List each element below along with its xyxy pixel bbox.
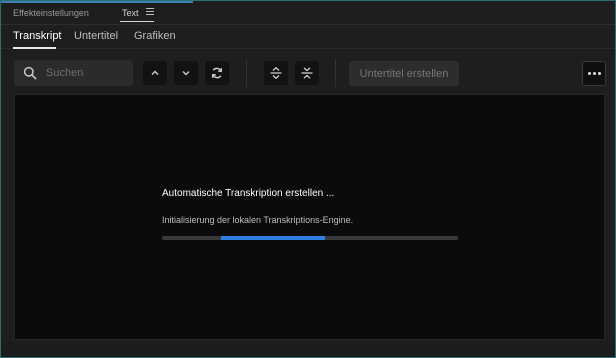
tab-text-underline	[120, 21, 154, 22]
status-message: Initialisierung der lokalen Transkriptio…	[162, 215, 354, 225]
next-result-button[interactable]	[174, 61, 198, 85]
transcript-panel: Effekteinstellungen Text Transkript Unte…	[0, 0, 616, 358]
more-options-button[interactable]	[582, 61, 606, 86]
search-box[interactable]	[14, 60, 133, 86]
expand-all-button[interactable]	[264, 61, 288, 85]
tab-effekteinstellungen[interactable]: Effekteinstellungen	[13, 8, 89, 18]
status-title: Automatische Transkription erstellen ...	[162, 188, 335, 199]
expand-vertical-icon	[270, 66, 282, 80]
sub-tab-bar: Transkript Untertitel Grafiken	[1, 25, 615, 49]
panel-footer	[2, 341, 614, 357]
more-icon	[587, 72, 601, 75]
collapse-all-button[interactable]	[295, 61, 319, 85]
refresh-button[interactable]	[205, 61, 229, 85]
toolbar-separator	[246, 59, 247, 87]
progress-bar	[162, 236, 458, 240]
tab-transkript-underline	[13, 47, 56, 49]
transcript-content-area: Automatische Transkription erstellen ...…	[14, 94, 605, 340]
collapse-vertical-icon	[301, 67, 313, 79]
progress-bar-fill	[221, 236, 325, 240]
tab-transkript[interactable]: Transkript	[13, 30, 62, 42]
panel-tab-bar: Effekteinstellungen Text	[1, 1, 615, 25]
tab-grafiken[interactable]: Grafiken	[134, 30, 176, 42]
create-captions-button[interactable]: Untertitel erstellen	[349, 61, 459, 86]
toolbar-separator	[335, 59, 336, 87]
search-input[interactable]	[46, 65, 130, 81]
search-icon	[23, 66, 37, 80]
refresh-icon	[211, 67, 223, 79]
tab-untertitel[interactable]: Untertitel	[74, 30, 118, 42]
chevron-up-icon	[151, 70, 159, 75]
chevron-down-icon	[182, 71, 190, 76]
tab-text[interactable]: Text	[122, 8, 139, 18]
previous-result-button[interactable]	[143, 61, 167, 85]
hamburger-icon[interactable]	[146, 8, 154, 16]
